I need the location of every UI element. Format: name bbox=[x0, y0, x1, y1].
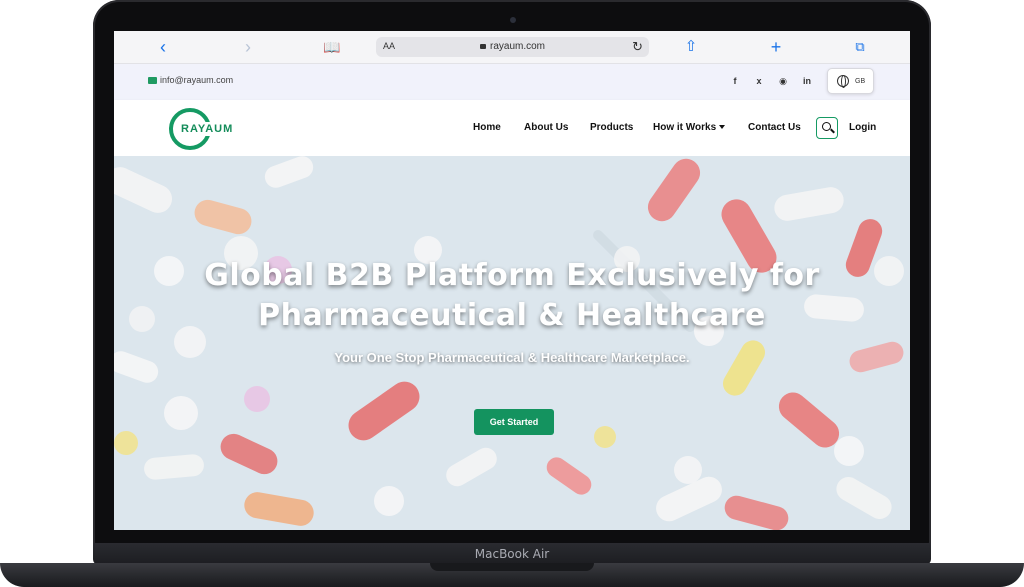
email-link[interactable]: info@rayaum.com bbox=[148, 75, 233, 85]
nav-about-us[interactable]: About Us bbox=[524, 122, 568, 133]
nav-how-it-works-label: How it Works bbox=[653, 122, 717, 133]
camera-icon bbox=[510, 17, 516, 23]
share-icon[interactable]: ⇧ bbox=[680, 37, 702, 57]
login-link[interactable]: Login bbox=[849, 122, 876, 133]
envelope-icon bbox=[148, 77, 157, 84]
book-icon[interactable]: 📖 bbox=[321, 37, 343, 57]
top-info-bar: info@rayaum.com f x ◉ in GB bbox=[114, 64, 910, 100]
hero-section: Global B2B Platform Exclusively for Phar… bbox=[114, 156, 910, 530]
chevron-left-icon[interactable]: ‹ bbox=[152, 37, 174, 57]
facebook-icon[interactable]: f bbox=[728, 74, 742, 88]
reload-icon[interactable]: ↻ bbox=[632, 39, 643, 55]
tabs-icon[interactable]: ⧉ bbox=[849, 37, 871, 57]
hero-title-line-2: Pharmaceutical & Healthcare bbox=[258, 298, 766, 333]
main-navbar: RAYAUM Home About Us Products How it Wor… bbox=[114, 100, 910, 156]
laptop-hinge: MacBook Air bbox=[93, 543, 931, 565]
laptop-notch bbox=[430, 563, 594, 571]
instagram-icon[interactable]: ◉ bbox=[776, 74, 790, 88]
email-text: info@rayaum.com bbox=[160, 75, 234, 85]
hero-overlay bbox=[114, 156, 910, 530]
browser-toolbar: ‹ › 📖 AA rayaum.com ↻ ⇧ + ⧉ bbox=[114, 31, 910, 64]
search-icon-handle bbox=[830, 128, 835, 134]
search-button[interactable] bbox=[816, 117, 838, 139]
lock-icon bbox=[479, 44, 486, 49]
nav-contact-us[interactable]: Contact Us bbox=[748, 122, 801, 133]
globe-icon bbox=[837, 75, 849, 88]
linkedin-icon[interactable]: in bbox=[800, 74, 814, 88]
nav-how-it-works[interactable]: How it Works bbox=[653, 122, 726, 133]
nav-products[interactable]: Products bbox=[590, 122, 633, 133]
hero-title: Global B2B Platform Exclusively for Phar… bbox=[114, 256, 910, 336]
language-selector[interactable]: GB bbox=[827, 68, 874, 94]
nav-home[interactable]: Home bbox=[473, 122, 501, 133]
browser-screen: ‹ › 📖 AA rayaum.com ↻ ⇧ + ⧉ info@rayaum.… bbox=[114, 31, 910, 530]
device-label: MacBook Air bbox=[474, 547, 550, 561]
twitter-icon[interactable]: x bbox=[752, 74, 766, 88]
caret-down-icon bbox=[719, 125, 726, 129]
chevron-right-icon[interactable]: › bbox=[237, 37, 259, 57]
language-code: GB bbox=[855, 78, 866, 85]
hero-title-line-1: Global B2B Platform Exclusively for bbox=[204, 258, 820, 293]
rayaum-logo[interactable]: RAYAUM bbox=[169, 108, 238, 150]
hero-subtitle: Your One Stop Pharmaceutical & Healthcar… bbox=[334, 350, 690, 365]
plus-icon[interactable]: + bbox=[765, 37, 787, 57]
logo-text: RAYAUM bbox=[177, 122, 238, 136]
url-text: rayaum.com bbox=[489, 41, 545, 52]
get-started-button[interactable]: Get Started bbox=[474, 409, 554, 435]
laptop-base: MacBook Air bbox=[0, 543, 1024, 587]
address-bar[interactable]: AA rayaum.com ↻ bbox=[376, 37, 649, 57]
